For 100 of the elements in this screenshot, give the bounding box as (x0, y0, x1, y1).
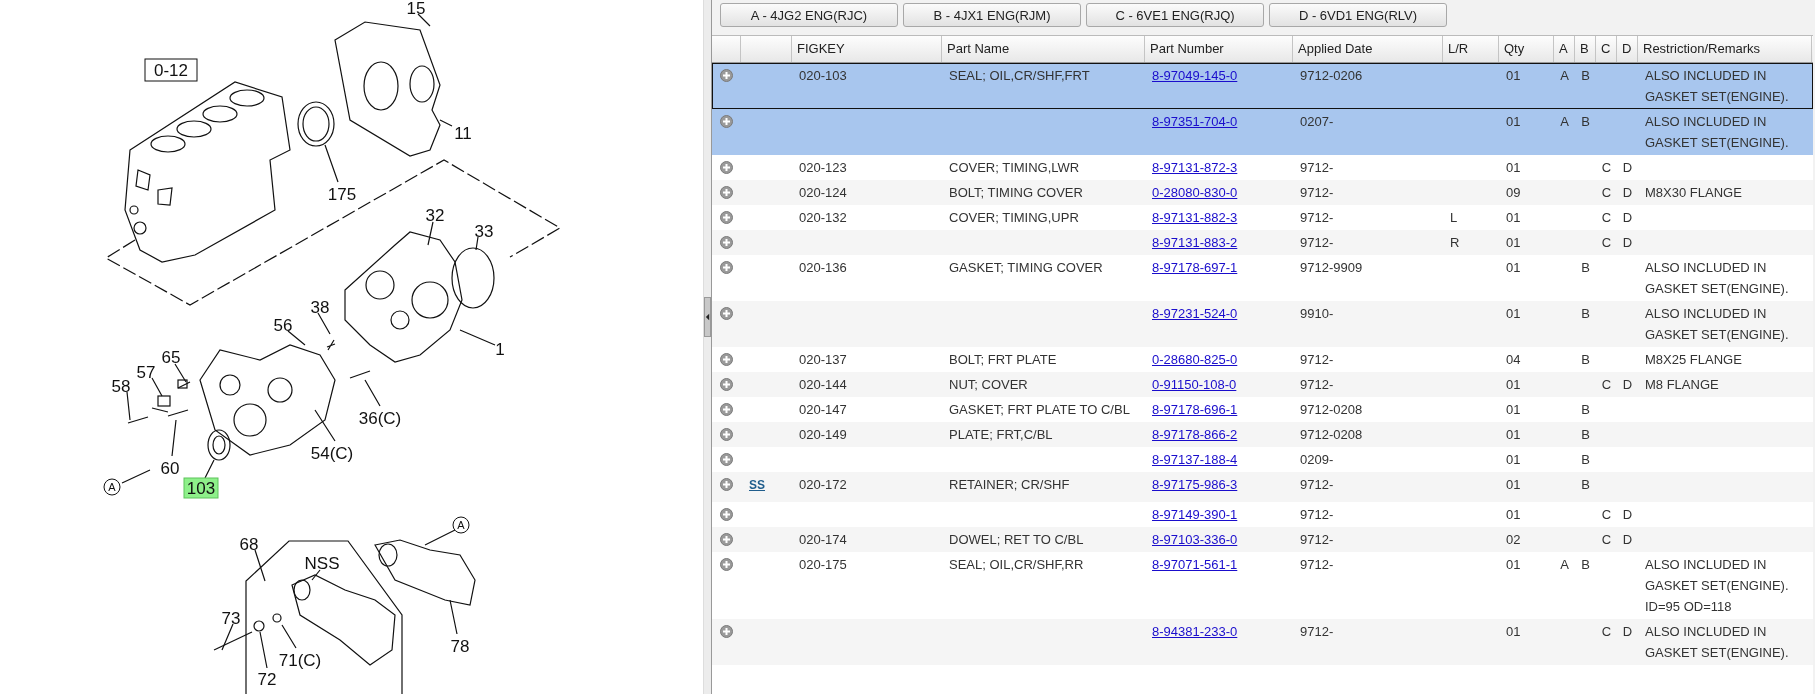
table-cell: 9712- (1300, 507, 1334, 522)
expand-icon[interactable] (720, 478, 733, 491)
table-cell: C (1601, 507, 1612, 522)
table-cell: D (1622, 210, 1633, 225)
expand-icon[interactable] (720, 403, 733, 416)
callout-label: 54(C) (310, 444, 354, 463)
expand-icon[interactable] (720, 453, 733, 466)
table-cell: 9712- (1300, 235, 1334, 250)
table-cell: 020-144 (799, 377, 847, 392)
part-number-link[interactable]: 8-97351-704-0 (1152, 114, 1238, 129)
table-row[interactable]: 020-103 SEAL; OIL,CR/SHF,FRT 8-97049-145-0 9712-0206 01 A B ALSO INCLUDED IN GASKET SET(ENGINE). (712, 63, 1813, 109)
part-number-link[interactable]: 8-97175-986-3 (1152, 477, 1238, 492)
table-cell: GASKET; TIMING COVER (949, 260, 1103, 275)
table-row[interactable]: 020-174 DOWEL; RET TO C/BL 8-97103-336-0 9712- 02 C D (712, 527, 1813, 552)
expand-icon[interactable] (720, 307, 733, 320)
part-number-link[interactable]: 8-97131-882-3 (1152, 210, 1238, 225)
part-number-link[interactable]: 8-97131-872-3 (1152, 160, 1238, 175)
expand-icon[interactable] (720, 508, 733, 521)
callout-label: A (452, 516, 470, 534)
table-cell: 01 (1506, 507, 1521, 522)
expand-icon[interactable] (720, 353, 733, 366)
expand-icon[interactable] (720, 625, 733, 638)
table-row[interactable]: 020-144 NUT; COVER 0-91150-108-0 9712- 01 C D M8 FLANGE (712, 372, 1813, 397)
part-number-link[interactable]: 8-94381-233-0 (1152, 624, 1238, 639)
part-number-link[interactable]: 8-97071-561-1 (1152, 557, 1238, 572)
part-number-link[interactable]: 8-97149-390-1 (1152, 507, 1238, 522)
table-cell: 01 (1506, 402, 1521, 417)
table-cell: B (1581, 260, 1590, 275)
callout-label: 175 (327, 185, 357, 204)
table-cell: PLATE; FRT,C/BL (949, 427, 1053, 442)
column-header[interactable]: FIGKEY (797, 41, 845, 56)
engine-filter-button[interactable]: A - 4JG2 ENG(RJC) (720, 3, 898, 27)
expand-icon[interactable] (720, 261, 733, 274)
left-arrow-icon (705, 312, 710, 322)
engine-filter-button[interactable]: C - 6VE1 ENG(RJQ) (1086, 3, 1264, 27)
collapse-handle[interactable] (704, 297, 711, 337)
panel-splitter[interactable] (703, 0, 712, 694)
column-header[interactable]: L/R (1448, 41, 1469, 56)
table-cell: 020-124 (799, 185, 847, 200)
table-cell: C (1601, 160, 1612, 175)
column-header[interactable]: B (1580, 41, 1589, 56)
engine-filter-button[interactable]: B - 4JX1 ENG(RJM) (903, 3, 1081, 27)
expand-icon[interactable] (720, 211, 733, 224)
table-cell: ALSO INCLUDED IN GASKET SET(ENGINE). (1645, 114, 1789, 150)
table-row[interactable]: 8-94381-233-0 9712- 01 C D ALSO INCLUDED IN GASKET SET(ENGINE). (712, 619, 1813, 665)
table-row[interactable]: 8-97131-883-2 9712- R 01 C D (712, 230, 1813, 255)
expand-icon[interactable] (720, 558, 733, 571)
part-number-link[interactable]: 0-28080-830-0 (1152, 185, 1238, 200)
column-header[interactable]: Part Name (947, 41, 1010, 56)
callout-label: 56 (273, 316, 293, 335)
table-cell: BOLT; FRT PLATE (949, 352, 1057, 367)
part-number-link[interactable]: 8-97231-524-0 (1152, 306, 1238, 321)
expand-icon[interactable] (720, 378, 733, 391)
expand-icon[interactable] (720, 115, 733, 128)
column-header[interactable]: Applied Date (1298, 41, 1373, 56)
expand-icon[interactable] (720, 236, 733, 249)
column-header[interactable]: Part Number (1150, 41, 1224, 56)
table-cell: 01 (1506, 477, 1521, 492)
column-header[interactable]: C (1601, 41, 1611, 56)
expand-icon[interactable] (720, 533, 733, 546)
expand-icon[interactable] (720, 428, 733, 441)
expand-icon[interactable] (720, 69, 733, 82)
part-number-link[interactable]: 8-97049-145-0 (1152, 68, 1238, 83)
expand-icon[interactable] (720, 161, 733, 174)
part-number-link[interactable]: 8-97178-697-1 (1152, 260, 1238, 275)
part-number-link[interactable]: 8-97178-866-2 (1152, 427, 1238, 442)
engine-filter-button[interactable]: D - 6VD1 ENG(RLV) (1269, 3, 1447, 27)
table-cell: M8X30 FLANGE (1645, 185, 1742, 200)
part-number-link[interactable]: 8-97103-336-0 (1152, 532, 1238, 547)
column-header[interactable]: Restriction/Remarks (1643, 41, 1761, 56)
table-cell: DOWEL; RET TO C/BL (949, 532, 1084, 547)
table-cell: 020-136 (799, 260, 847, 275)
column-header[interactable]: Qty (1504, 41, 1525, 56)
table-cell: 020-147 (799, 402, 847, 417)
part-number-link[interactable]: 0-91150-108-0 (1152, 377, 1237, 392)
callout-label: 58 (111, 377, 131, 396)
column-header[interactable]: D (1622, 41, 1632, 56)
expand-icon[interactable] (720, 186, 733, 199)
part-number-link[interactable]: 0-28680-825-0 (1152, 352, 1238, 367)
table-cell: ALSO INCLUDED IN GASKET SET(ENGINE). (1645, 260, 1789, 296)
table-row[interactable]: 020-149 PLATE; FRT,C/BL 8-97178-866-2 9712-0208 01 B (712, 422, 1813, 447)
supersession-link[interactable]: SS (749, 475, 765, 500)
table-row[interactable]: 8-97231-524-0 9910- 01 B ALSO INCLUDED IN GASKET SET(ENGINE). (712, 301, 1813, 347)
callout-label: 0-12 (144, 58, 198, 82)
table-cell: D (1622, 160, 1633, 175)
table-row[interactable]: SS 020-172 RETAINER; CR/SHF 8-97175-986-3 9712- 01 B (712, 472, 1813, 502)
table-cell: COVER; TIMING,LWR (949, 160, 1080, 175)
table-cell: 01 (1506, 160, 1521, 175)
table-cell: A (1560, 68, 1569, 83)
part-number-link[interactable]: 8-97178-696-1 (1152, 402, 1238, 417)
part-number-link[interactable]: 8-97137-188-4 (1152, 452, 1238, 467)
callout-label: 71(C) (278, 651, 322, 670)
table-row[interactable]: 020-124 BOLT; TIMING COVER 0-28080-830-0 9712- 09 C D M8X30 FLANGE (712, 180, 1813, 205)
table-cell: 01 (1506, 377, 1521, 392)
table-row[interactable]: 8-97351-704-0 0207- 01 A B ALSO INCLUDED IN GASKET SET(ENGINE). (712, 109, 1813, 155)
table-cell: 0209- (1300, 452, 1334, 467)
callout-label: 103 (183, 477, 219, 499)
table-cell: 9712- (1300, 624, 1334, 639)
column-header[interactable]: A (1559, 41, 1568, 56)
part-number-link[interactable]: 8-97131-883-2 (1152, 235, 1238, 250)
